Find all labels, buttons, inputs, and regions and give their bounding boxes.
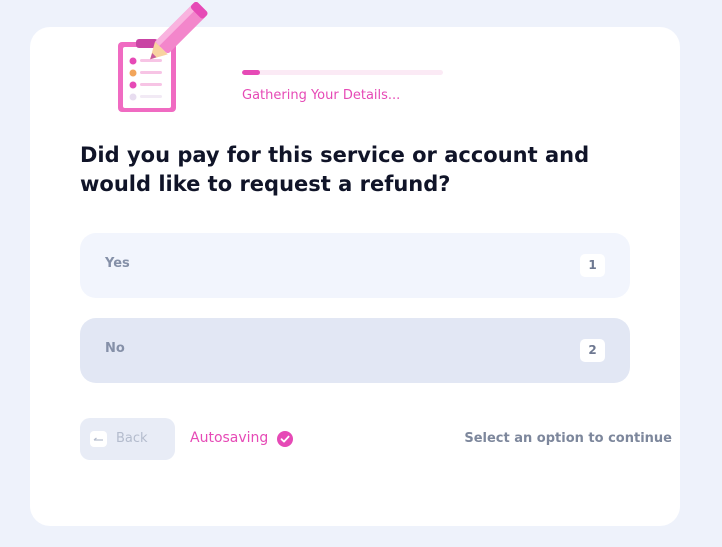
back-button[interactable]: Back — [80, 418, 175, 460]
option-yes[interactable]: Yes 1 — [80, 233, 630, 298]
option-no-key: 2 — [580, 339, 605, 362]
clipboard-pencil-icon — [118, 2, 208, 112]
option-no-label: No — [105, 341, 125, 356]
option-no[interactable]: No 2 — [80, 318, 630, 383]
autosave-label: Autosaving — [190, 430, 269, 446]
back-label: Back — [116, 431, 148, 446]
progress-fill — [242, 70, 261, 75]
check-circle-icon — [277, 431, 293, 447]
progress-bar — [242, 70, 443, 75]
back-arrow-icon — [90, 431, 107, 447]
option-yes-key: 1 — [580, 254, 605, 277]
progress-label: Gathering Your Details... — [242, 88, 401, 103]
continue-hint: Select an option to continue — [464, 431, 672, 446]
question-heading: Did you pay for this service or account … — [80, 143, 590, 196]
option-yes-label: Yes — [105, 256, 130, 271]
